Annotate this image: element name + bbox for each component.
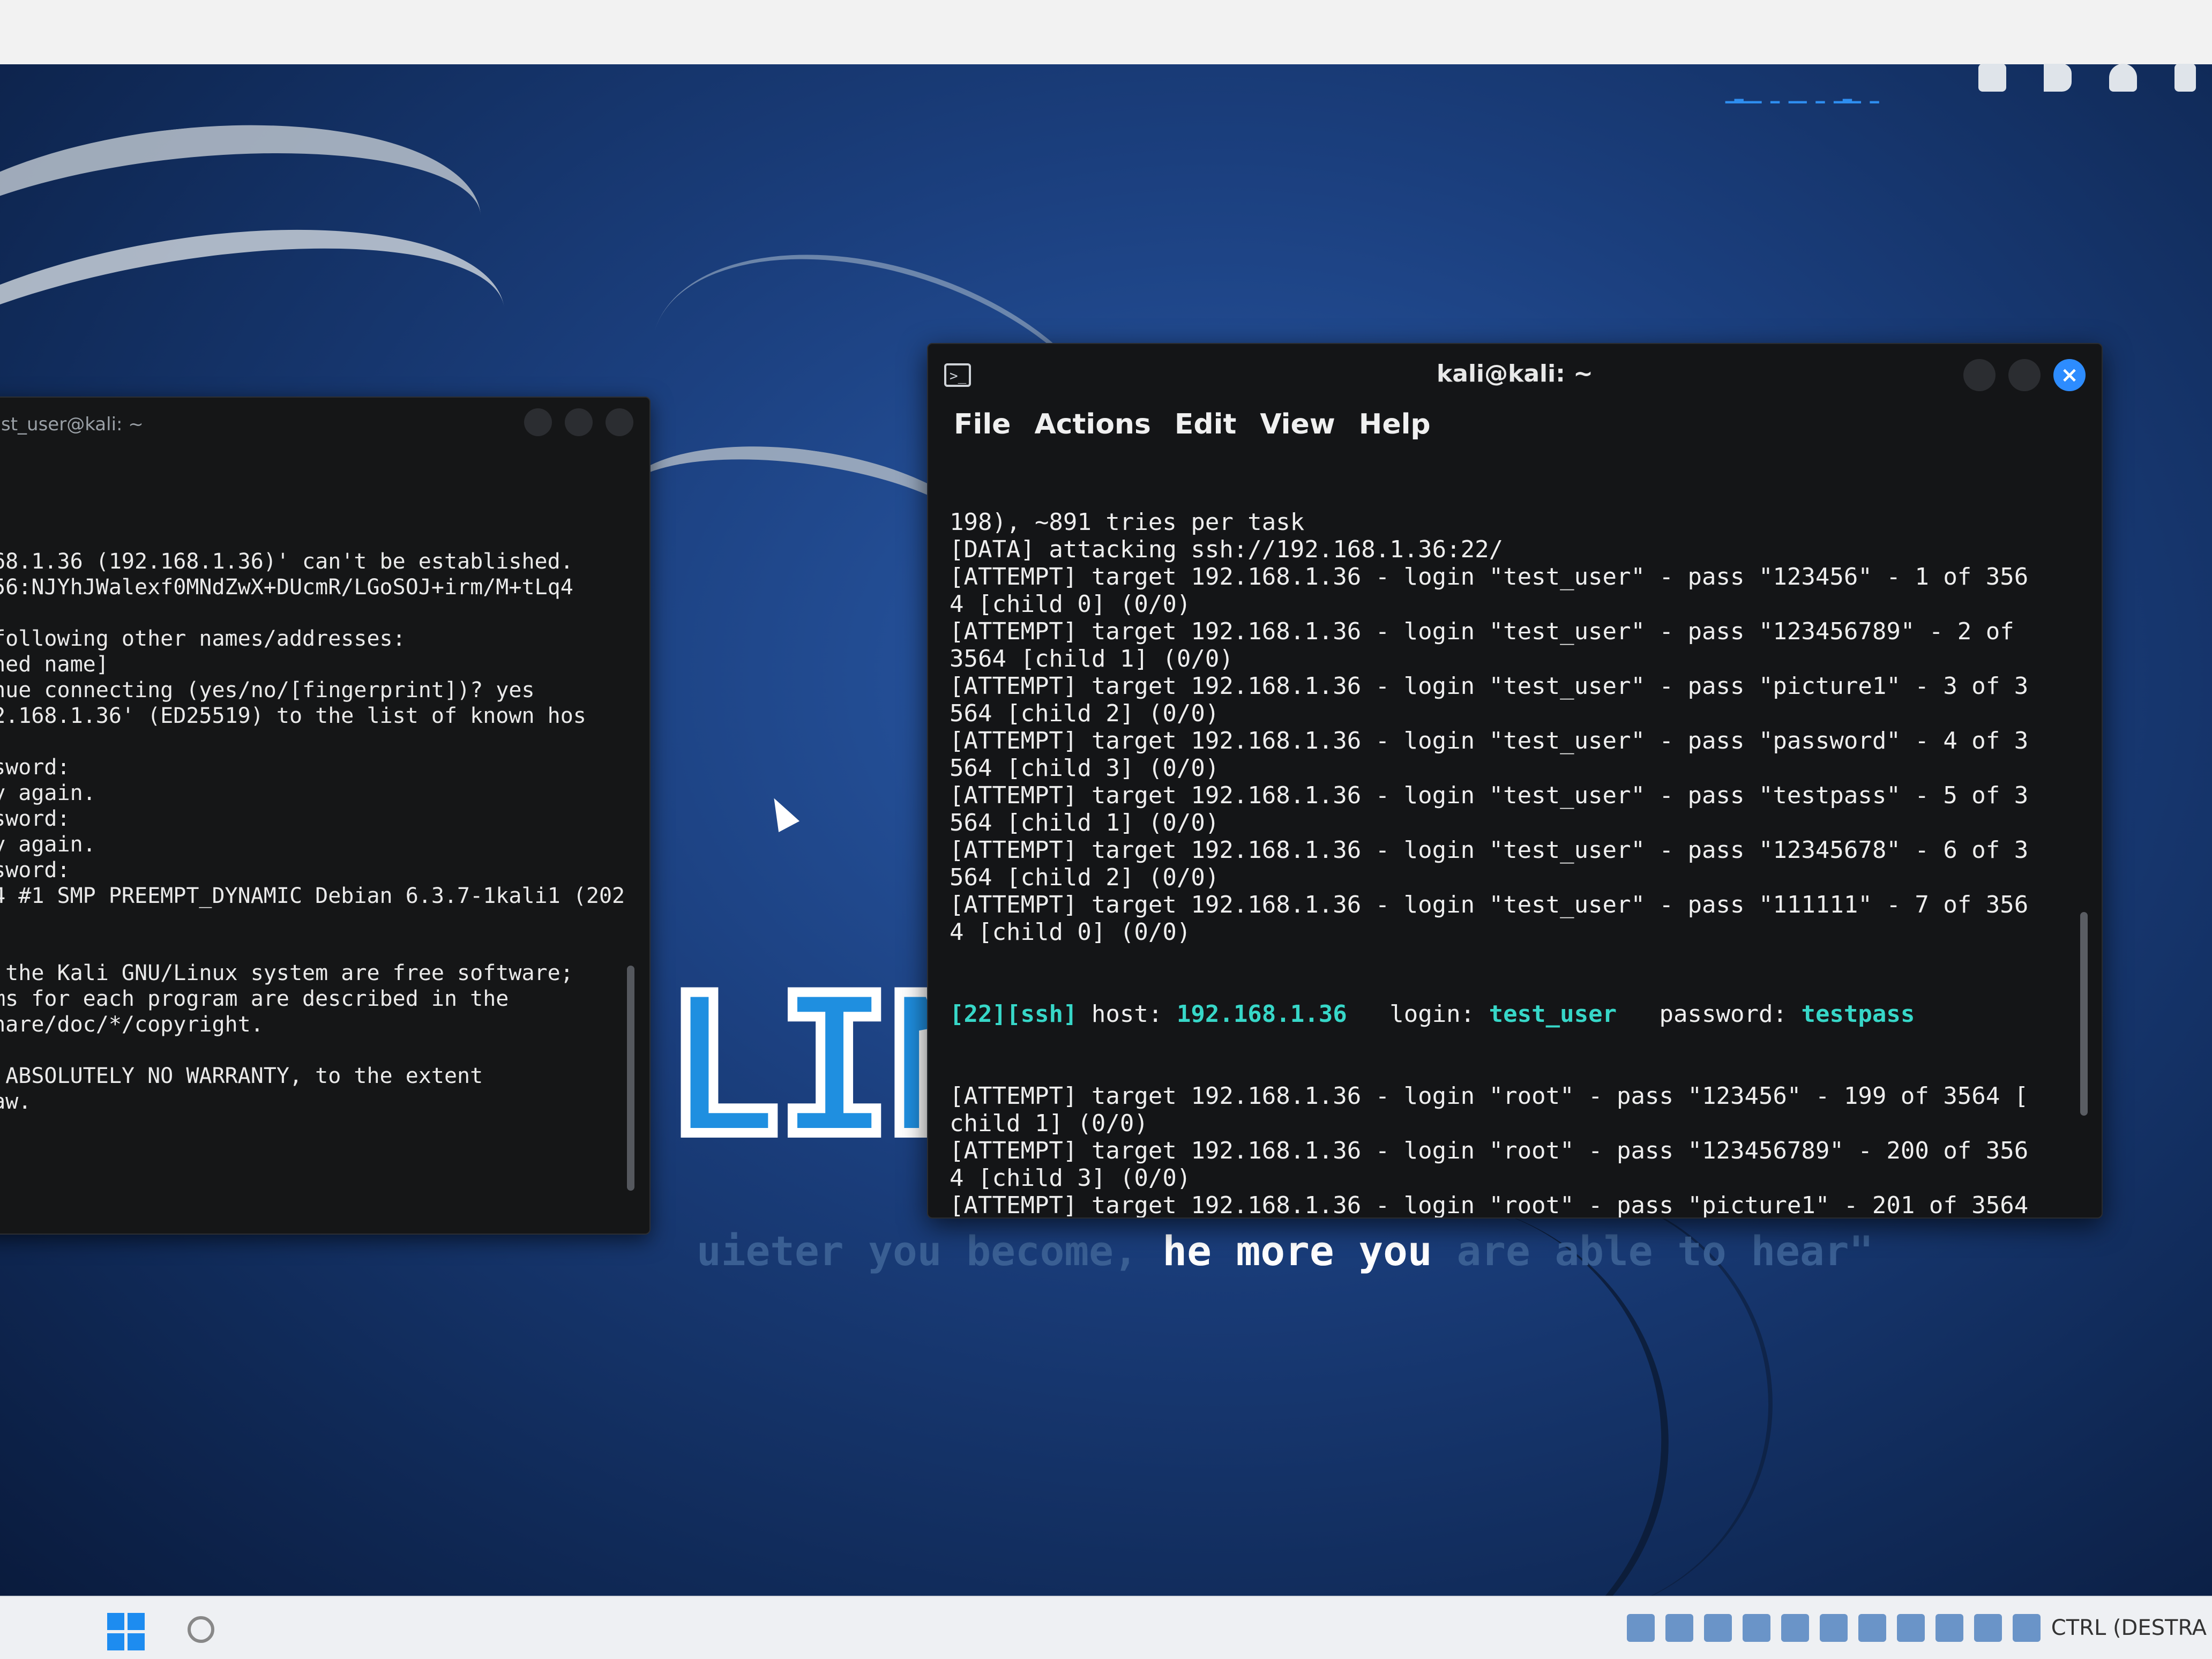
terminal-line: share/doc/*/copyright. (0, 1012, 264, 1037)
terminal-line: following other names/addresses: (0, 626, 406, 651)
found-credentials-line: [22][ssh] host: 192.168.1.36 login: test… (950, 1000, 2069, 1028)
maximize-button[interactable] (2008, 359, 2041, 391)
terminal-line: 168.1.36 (192.168.1.36)' can't be establ… (0, 549, 573, 574)
menu-edit[interactable]: Edit (1175, 408, 1236, 440)
maximize-button[interactable] (565, 408, 593, 436)
right-terminal-title: kali@kali: ~ (1436, 360, 1593, 387)
terminal-line: 64 #1 SMP PREEMPT_DYNAMIC Debian 6.3.7-1… (0, 884, 625, 908)
terminal-line: ssword: (0, 858, 70, 883)
left-terminal-scrollbar[interactable] (627, 966, 634, 1191)
left-terminal-output[interactable]: 168.1.36 (192.168.1.36)' can't be establ… (0, 446, 649, 1115)
right-terminal-output[interactable]: 198), ~891 tries per task [DATA] attackin… (950, 454, 2069, 1217)
bell-icon[interactable] (2109, 64, 2137, 92)
terminal-line: 3564 [child 1] (0/0) (950, 645, 1234, 672)
windows-start-icon[interactable] (107, 1613, 145, 1650)
tagline-visible-part: he more you (1162, 1227, 1432, 1275)
terminal-line: ssword: (0, 806, 70, 831)
tagline-faint-part: are able to hear" (1456, 1227, 1874, 1275)
recording-icon[interactable] (1896, 1614, 1925, 1642)
terminal-line: law. (0, 1089, 32, 1114)
window-controls: × (1963, 359, 2086, 391)
terminal-line: [ATTEMPT] target 192.168.1.36 - login "r… (950, 1082, 2029, 1110)
host-label: host: (1077, 1000, 1177, 1028)
attempt-lines: 198), ~891 tries per task [DATA] attackin… (950, 509, 2069, 946)
found-port: [22] (950, 1000, 1006, 1028)
wallpaper-tagline: uieter you become, he more you are able … (697, 1227, 1873, 1275)
terminal-line: rms for each program are described in th… (0, 987, 509, 1011)
terminal-line: [ATTEMPT] target 192.168.1.36 - login "t… (950, 836, 2029, 864)
found-login: test_user (1489, 1000, 1617, 1028)
display-icon[interactable] (1858, 1614, 1886, 1642)
left-terminal-titlebar[interactable]: st_user@kali: ~ (0, 398, 649, 446)
right-terminal-titlebar[interactable]: >_ kali@kali: ~ × (928, 344, 2102, 403)
keyboard-icon[interactable] (2012, 1614, 2041, 1642)
minimize-button[interactable] (524, 408, 552, 436)
terminal-line: ry again. (0, 781, 96, 805)
virtualbox-status-tray: CTRL (DESTRA (1626, 1597, 2212, 1659)
attempt-lines: [ATTEMPT] target 192.168.1.36 - login "r… (950, 1082, 2069, 1217)
terminal-line: 256:NJYhJWalexf0MNdZwX+DUcmR/LGoSOJ+irm/… (0, 575, 573, 600)
terminal-line: 4 [child 0] (0/0) (950, 591, 1191, 618)
terminal-line: [ATTEMPT] target 192.168.1.36 - login "t… (950, 782, 2029, 809)
terminal-line: 92.168.1.36' (ED25519) to the list of kn… (0, 704, 586, 728)
left-terminal-title: st_user@kali: ~ (1, 414, 144, 435)
menu-help[interactable]: Help (1359, 408, 1431, 440)
terminal-line: inue connecting (yes/no/[fingerprint])? … (0, 678, 535, 703)
terminal-line: ry again. (0, 832, 96, 857)
audio-icon[interactable] (1703, 1614, 1732, 1642)
password-label: password: (1617, 1000, 1802, 1028)
network-icon[interactable] (1742, 1614, 1770, 1642)
tagline-hidden-part: uieter you become, (697, 1227, 1163, 1275)
terminal-line: child 1] (0/0) (950, 1110, 1148, 1137)
login-label: login: (1347, 1000, 1489, 1028)
close-button[interactable] (606, 408, 633, 436)
minimize-button[interactable] (1963, 359, 1996, 391)
host-taskbar: CTRL (DESTRA (0, 1596, 2212, 1659)
found-password: testpass (1801, 1000, 1915, 1028)
terminal-line: 564 [child 3] (0/0) (950, 754, 1220, 782)
terminal-line: [ATTEMPT] target 192.168.1.36 - login "t… (950, 672, 2029, 700)
window-controls (524, 408, 633, 436)
battery-icon[interactable] (2174, 64, 2196, 92)
close-button[interactable]: × (2053, 359, 2086, 391)
shared-folder-icon[interactable] (1819, 1614, 1848, 1642)
menu-file[interactable]: File (954, 408, 1011, 440)
terminal-line: [ATTEMPT] target 192.168.1.36 - login "t… (950, 563, 2029, 591)
terminal-line: [ATTEMPT] target 192.168.1.36 - login "t… (950, 891, 2029, 918)
cpu-icon[interactable] (1935, 1614, 1963, 1642)
optical-drive-icon[interactable] (1665, 1614, 1693, 1642)
menu-view[interactable]: View (1260, 408, 1335, 440)
terminal-line: ssword: (0, 755, 70, 780)
found-host: 192.168.1.36 (1176, 1000, 1347, 1028)
mouse-integration-icon[interactable] (1974, 1614, 2002, 1642)
usb-icon[interactable] (1781, 1614, 1809, 1642)
terminal-line: shed name] (0, 652, 109, 677)
network-monitor-graph: ▁▂▁▁ ▁ ▁▁ ▁ ▁▂▁ ▁ (1725, 86, 1879, 103)
terminal-line: 564 [child 2] (0/0) (950, 864, 1220, 891)
terminal-line: 564 [child 2] (0/0) (950, 700, 1220, 727)
terminal-line: n the Kali GNU/Linux system are free sof… (0, 961, 573, 985)
left-terminal-window[interactable]: st_user@kali: ~ 168.1.36 (192.168.1.36)'… (0, 397, 651, 1235)
system-tray (1978, 54, 2212, 102)
search-icon[interactable] (188, 1616, 214, 1643)
right-terminal-window[interactable]: >_ kali@kali: ~ × File Actions Edit View… (927, 343, 2103, 1219)
terminal-line: n ABSOLUTELY NO WARRANTY, to the extent (0, 1064, 483, 1088)
terminal-line: [ATTEMPT] target 192.168.1.36 - login "t… (950, 727, 2029, 754)
volume-icon[interactable] (2044, 64, 2072, 92)
terminal-line: 198), ~891 tries per task (950, 509, 1305, 536)
terminal-line: [ATTEMPT] target 192.168.1.36 - login "t… (950, 618, 2014, 645)
terminal-line: 564 [child 1] (0/0) (950, 809, 1220, 836)
found-service: [ssh] (1006, 1000, 1078, 1028)
display-icon[interactable] (1978, 64, 2006, 92)
terminal-line: [ATTEMPT] target 192.168.1.36 - login "r… (950, 1192, 2029, 1217)
right-terminal-scrollbar[interactable] (2080, 912, 2088, 1116)
host-key-label: CTRL (DESTRA (2051, 1616, 2207, 1640)
terminal-line: 4 [child 3] (0/0) (950, 1164, 1191, 1192)
terminal-line: 4 [child 0] (0/0) (950, 918, 1191, 946)
terminal-line: [DATA] attacking ssh://192.168.1.36:22/ (950, 536, 1504, 563)
terminal-line: [ATTEMPT] target 192.168.1.36 - login "r… (950, 1137, 2029, 1164)
storage-icon[interactable] (1626, 1614, 1655, 1642)
menu-bar: File Actions Edit View Help (954, 408, 1431, 440)
menu-actions[interactable]: Actions (1034, 408, 1150, 440)
